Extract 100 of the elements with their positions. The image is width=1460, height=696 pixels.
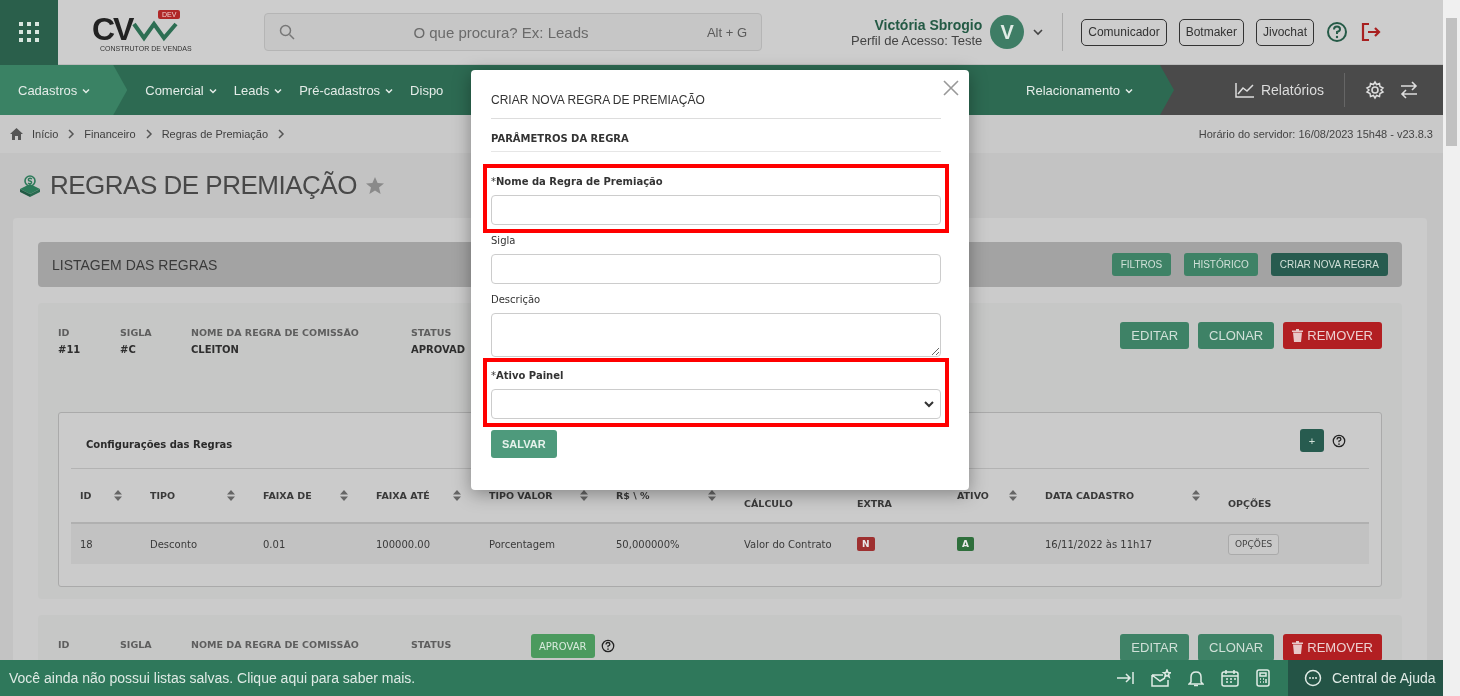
table-cell: Desconto: [150, 538, 198, 550]
user-name: Victória Sbrogio: [874, 16, 983, 33]
calendar-icon[interactable]: [1221, 669, 1239, 687]
rule-action-button[interactable]: REMOVER: [1283, 322, 1382, 349]
options-button[interactable]: OPÇÕES: [1228, 533, 1280, 555]
help-icon[interactable]: [600, 639, 615, 653]
rule-action-button[interactable]: EDITAR: [1120, 322, 1190, 349]
help-center-button[interactable]: Central de Ajuda: [1288, 660, 1443, 696]
approve-button[interactable]: APROVAR: [531, 634, 595, 658]
toolbar-button[interactable]: FILTROS: [1111, 253, 1172, 276]
breadcrumb-link[interactable]: Regras de Premiação: [161, 128, 269, 140]
column-header: R$ \ %: [616, 490, 650, 501]
select-field[interactable]: [491, 389, 941, 419]
field-label: ID: [58, 327, 71, 338]
user-avatar[interactable]: V: [990, 15, 1025, 49]
column-header: TIPO: [150, 490, 176, 501]
field-label: SIGLA: [120, 639, 153, 650]
help-icon[interactable]: [1332, 433, 1346, 448]
field-label: SIGLA: [120, 327, 153, 338]
logout-icon[interactable]: [1360, 21, 1383, 43]
reports-link[interactable]: Relatórios: [1234, 82, 1324, 98]
search-field[interactable]: O que procura? Ex: Leads Alt + G: [264, 13, 762, 51]
column-header: EXTRA: [857, 498, 892, 509]
nav-menu-item[interactable]: Relacionamento: [1018, 65, 1142, 115]
field-label: ID: [58, 639, 71, 650]
field-label: *Nome da Regra de Premiação: [491, 176, 664, 187]
add-button[interactable]: +: [1300, 429, 1324, 452]
envelope-star-icon[interactable]: [1151, 669, 1171, 687]
column-header: DATA CADASTRO: [1045, 490, 1135, 501]
column-header: TIPO VALOR: [489, 490, 553, 501]
column-header: OPÇÕES: [1228, 498, 1272, 509]
chat-bubble-icon: [1304, 669, 1322, 687]
page-title: REGRAS DE PREMIAÇÃO: [50, 170, 357, 201]
field-label: STATUS: [411, 327, 453, 338]
table-cell: 0.01: [263, 538, 286, 550]
user-profile: Perfil de Acesso: Teste: [851, 32, 983, 48]
save-button[interactable]: SALVAR: [491, 430, 557, 458]
sort-icon[interactable]: [340, 490, 348, 501]
nav-menu-item[interactable]: Cadastros: [0, 65, 128, 115]
field-label: STATUS: [411, 639, 453, 650]
field-label: NOME DA REGRA DE COMISSÃO: [191, 639, 360, 650]
table-cell: 100000.00: [376, 538, 431, 550]
sort-icon[interactable]: [580, 490, 588, 501]
field-label: *Ativo Painel: [491, 370, 565, 381]
help-icon[interactable]: [1326, 21, 1349, 43]
breadcrumb-link[interactable]: Início: [32, 128, 59, 140]
column-header: ID: [80, 490, 92, 501]
rule-action-button[interactable]: CLONAR: [1198, 634, 1275, 660]
server-time: Horário do servidor: 16/08/2023 15h48 - v23.8.3: [1198, 128, 1433, 140]
sort-icon[interactable]: [708, 490, 716, 501]
chevron-down-icon: [923, 398, 935, 410]
rule-action-button[interactable]: REMOVER: [1283, 634, 1382, 660]
money-box-icon: [18, 173, 42, 198]
chevron-right-icon: [144, 129, 153, 139]
calculator-icon[interactable]: [1256, 669, 1270, 687]
text-input[interactable]: [491, 254, 941, 284]
chevron-down-icon: [1124, 86, 1134, 96]
textarea-input[interactable]: [491, 313, 941, 357]
breadcrumb-link[interactable]: Financeiro: [84, 128, 136, 140]
bell-icon[interactable]: [1188, 669, 1204, 687]
star-icon[interactable]: [364, 175, 385, 196]
header-button[interactable]: Botmaker: [1178, 18, 1244, 46]
sort-icon[interactable]: [1009, 490, 1017, 501]
sort-icon[interactable]: [114, 490, 122, 501]
header-button[interactable]: Comunicador: [1081, 18, 1167, 46]
modal-title: CRIAR NOVA REGRA DE PREMIAÇÃO: [491, 90, 941, 119]
column-header: ATIVO: [957, 490, 989, 501]
close-icon[interactable]: [943, 80, 959, 96]
chevron-right-icon: [277, 129, 286, 139]
header-button[interactable]: Jivochat: [1256, 18, 1315, 46]
apps-menu-button[interactable]: [0, 0, 58, 65]
rule-action-button[interactable]: EDITAR: [1120, 634, 1190, 660]
toolbar-button[interactable]: CRIAR NOVA REGRA: [1270, 253, 1388, 276]
swap-arrows-icon[interactable]: [1399, 80, 1419, 100]
nav-menu-item[interactable]: Dispo: [402, 65, 452, 115]
saved-lists-link[interactable]: Você ainda não possui listas salvas. Clique aqui para saber mais.: [0, 670, 416, 686]
chevron-down-icon: [273, 86, 284, 96]
field-value: #11: [58, 344, 82, 355]
nav-menu-item[interactable]: Comercial: [137, 65, 226, 115]
chevron-down-icon[interactable]: [1032, 26, 1045, 38]
nav-menu-item[interactable]: Pré-cadastros: [291, 65, 403, 115]
search-icon: [279, 24, 295, 40]
section-heading: PARÂMETROS DA REGRA: [491, 119, 941, 152]
field-value: APROVAD: [411, 344, 467, 355]
status-badge: N: [857, 537, 875, 551]
status-badge: A: [957, 537, 974, 551]
field-value: #C: [120, 344, 137, 355]
settings-icon[interactable]: [1365, 80, 1385, 100]
collapse-arrow-icon[interactable]: [1116, 670, 1134, 686]
text-input[interactable]: [491, 195, 941, 225]
nav-menu-item[interactable]: Leads: [225, 65, 292, 115]
sort-icon[interactable]: [227, 490, 235, 501]
toolbar-button[interactable]: HISTÓRICO: [1184, 253, 1258, 276]
chevron-right-icon: [67, 129, 76, 139]
search-input[interactable]: O que procura? Ex: Leads: [305, 22, 697, 42]
sort-icon[interactable]: [1192, 490, 1200, 501]
sort-icon[interactable]: [453, 490, 461, 501]
column-header: FAIXA DE: [263, 490, 312, 501]
scrollbar[interactable]: [1443, 0, 1460, 696]
rule-action-button[interactable]: CLONAR: [1198, 322, 1275, 349]
